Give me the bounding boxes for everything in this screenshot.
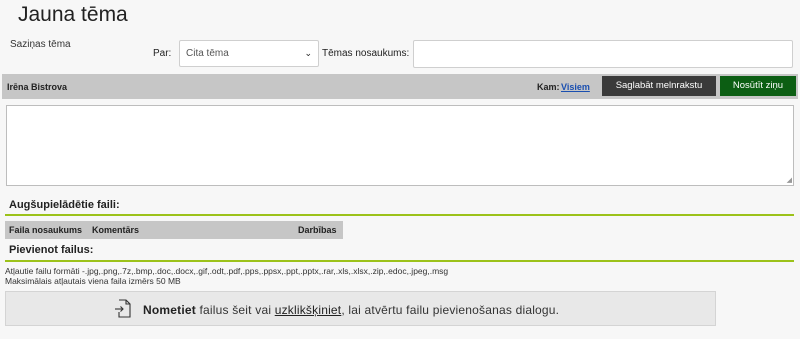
- save-draft-button[interactable]: Saglabāt melnrakstu: [602, 76, 716, 96]
- files-table-header: Faila nosaukums Komentārs Darbības: [5, 221, 343, 239]
- section-divider: [5, 214, 794, 216]
- section-divider: [5, 260, 794, 262]
- file-upload-icon: [115, 299, 131, 318]
- column-header-actions: Darbības: [298, 225, 337, 235]
- message-textarea[interactable]: ◢: [6, 105, 794, 186]
- topic-name-input[interactable]: [413, 40, 793, 68]
- column-header-comment: Komentārs: [92, 225, 140, 235]
- uploaded-files-heading: Augšupielādētie faili:: [9, 199, 120, 211]
- page-title: Jauna tēma: [18, 3, 128, 26]
- subject-section-label: Saziņas tēma: [10, 39, 71, 50]
- dropzone-end-text: , lai atvērtu failu pievienošanas dialog…: [341, 303, 560, 317]
- topic-select-value: Cita tēma: [186, 48, 229, 59]
- recipient-link[interactable]: Visiem: [561, 82, 590, 92]
- allowed-formats-text: Atļautie failu formāti -.jpg,.png,.7z,.b…: [5, 266, 449, 276]
- max-file-size-text: Maksimālais atļautais viena faila izmērs…: [5, 276, 181, 286]
- add-files-heading: Pievienot failus:: [9, 244, 94, 256]
- dropzone-text: Nometiet failus šeit vai uzklikšķiniet, …: [143, 303, 559, 317]
- recipient-label: Kam:: [537, 82, 560, 92]
- topic-select-label: Par:: [153, 48, 172, 59]
- dropzone-click-link[interactable]: uzklikšķiniet: [275, 303, 342, 317]
- compose-toolbar: Irēna Bistrova Kam: Visiem Saglabāt meln…: [2, 74, 798, 99]
- topic-select[interactable]: Cita tēma ⌄: [179, 40, 319, 67]
- topic-name-label: Tēmas nosaukums:: [322, 48, 410, 59]
- chevron-down-icon: ⌄: [304, 48, 312, 58]
- sender-name: Irēna Bistrova: [7, 82, 68, 92]
- send-message-button[interactable]: Nosūtīt ziņu: [720, 76, 796, 96]
- column-header-filename: Faila nosaukums: [9, 225, 83, 235]
- dropzone-middle-text: failus šeit vai: [195, 303, 275, 317]
- resize-grip-icon[interactable]: ◢: [787, 177, 792, 184]
- file-dropzone[interactable]: Nometiet failus šeit vai uzklikšķiniet, …: [5, 291, 716, 326]
- dropzone-bold-text: Nometiet: [143, 303, 196, 317]
